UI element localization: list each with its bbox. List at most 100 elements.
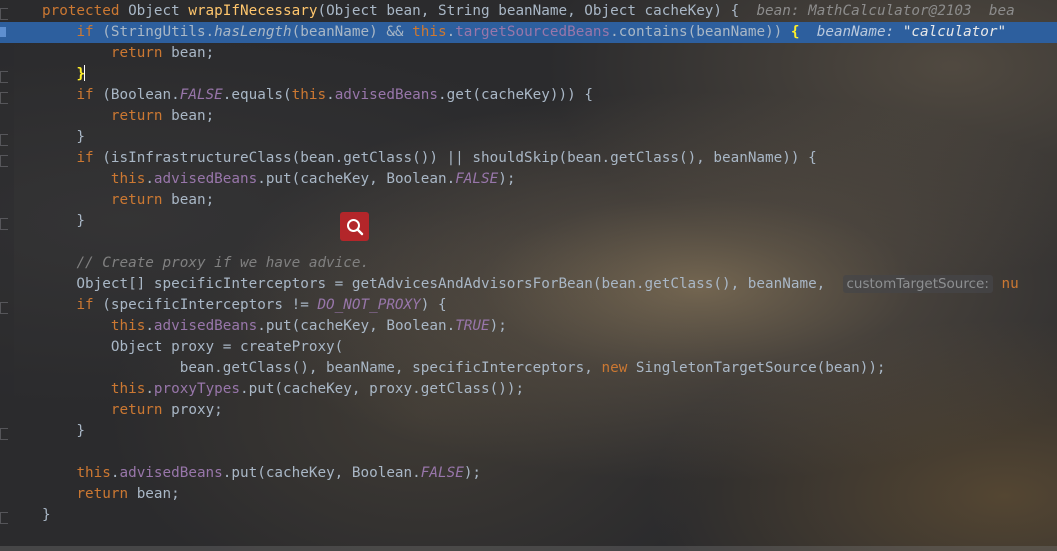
code-token: ); (489, 318, 507, 334)
code-token: return (110, 402, 172, 418)
code-line[interactable]: return bean; (0, 43, 1057, 64)
code-editor[interactable]: protected Object wrapIfNecessary(Object … (0, 1, 1057, 526)
code-line[interactable]: this.proxyTypes.put(cacheKey, proxy.getC… (0, 379, 1057, 400)
code-token: if (76, 150, 103, 166)
code-token: .contains(beanName)) (610, 24, 791, 40)
code-token: return (110, 108, 172, 124)
code-token: .put(cacheKey, Boolean. (257, 171, 456, 187)
code-token: this (412, 24, 447, 40)
code-line[interactable] (0, 442, 1057, 463)
code-token: ) { (420, 297, 447, 313)
code-token: targetSourcedBeans (455, 24, 611, 40)
execution-point-icon (0, 27, 6, 37)
code-token: .put(cacheKey, proxy.getClass()); (240, 381, 525, 397)
code-line[interactable]: return bean; (0, 106, 1057, 127)
code-token: . (326, 87, 335, 103)
search-icon[interactable] (340, 212, 369, 241)
code-token: return (110, 192, 172, 208)
code-line[interactable]: // Create proxy if we have advice. (0, 253, 1057, 274)
code-token: this (110, 318, 146, 334)
code-line[interactable]: if (isInfrastructureClass(bean.getClass(… (0, 148, 1057, 169)
horizontal-scrollbar[interactable] (0, 546, 1057, 551)
code-token: . (145, 318, 154, 334)
code-token: this (110, 381, 146, 397)
code-token: (Boolean. (102, 87, 180, 103)
code-token: if (76, 24, 103, 40)
code-token: advisedBeans (119, 465, 223, 481)
code-line[interactable]: this.advisedBeans.put(cacheKey, Boolean.… (0, 169, 1057, 190)
code-token: DO_NOT_PROXY (317, 297, 421, 313)
code-token: . (145, 381, 154, 397)
inline-debug-value: beanName: (816, 24, 903, 40)
code-token: SingletonTargetSource(bean)); (635, 360, 886, 376)
code-token: nu (992, 276, 1019, 292)
code-token: wrapIfNecessary (188, 3, 318, 19)
code-token: } (42, 129, 86, 145)
code-token: proxy; (171, 402, 223, 418)
code-line[interactable]: this.advisedBeans.put(cacheKey, Boolean.… (0, 316, 1057, 337)
code-token: bean; (171, 108, 215, 124)
code-token: { (790, 24, 800, 40)
code-token: advisedBeans (153, 171, 258, 187)
inline-debug-value: "calculator" (902, 24, 1007, 40)
code-line[interactable]: this.advisedBeans.put(cacheKey, Boolean.… (0, 463, 1057, 484)
text-caret (84, 65, 86, 81)
code-token: } (42, 423, 86, 439)
code-line[interactable]: return proxy; (0, 400, 1057, 421)
parameter-name-hint: customTargetSource: (842, 275, 993, 293)
code-token: TRUE (455, 318, 490, 334)
code-token: FALSE (455, 171, 499, 187)
code-token: bean; (171, 45, 215, 61)
code-token: this (110, 171, 146, 187)
code-line[interactable]: if (Boolean.FALSE.equals(this.advisedBea… (0, 85, 1057, 106)
code-token: .put(cacheKey, Boolean. (257, 318, 456, 334)
code-token: new (601, 360, 636, 376)
code-line[interactable]: } (0, 127, 1057, 148)
code-line[interactable]: return bean; (0, 190, 1057, 211)
code-token: . (446, 24, 456, 40)
code-token: } (42, 213, 86, 229)
code-token: ); (498, 171, 516, 187)
code-line[interactable]: } (0, 505, 1057, 526)
code-token: ); (463, 465, 482, 481)
code-line[interactable]: } (0, 64, 1057, 85)
code-token: (specificInterceptors != (102, 297, 318, 313)
code-token: FALSE (179, 87, 223, 103)
code-token: (StringUtils. (102, 24, 215, 40)
code-token: . (145, 171, 154, 187)
code-line[interactable]: Object proxy = createProxy( (0, 337, 1057, 358)
code-token: proxyTypes (153, 381, 240, 397)
code-token: FALSE (420, 465, 464, 481)
code-token: hasLength (214, 24, 292, 40)
code-token: (beanName) && (291, 24, 413, 40)
code-line[interactable]: protected Object wrapIfNecessary(Object … (0, 1, 1057, 22)
code-line[interactable]: } (0, 421, 1057, 442)
code-token: .put(cacheKey, Boolean. (222, 465, 421, 481)
parameter-name-hint-label: customTargetSource: (846, 276, 989, 292)
code-line[interactable]: bean.getClass(), beanName, specificInter… (0, 358, 1057, 379)
code-line[interactable]: } (0, 211, 1057, 232)
code-token: (Object bean, String beanName, Object ca… (317, 3, 757, 19)
code-token: return (110, 45, 172, 61)
code-line[interactable] (0, 232, 1057, 253)
code-token: advisedBeans (153, 318, 258, 334)
code-line[interactable]: return bean; (0, 484, 1057, 505)
code-line[interactable]: Object[] specificInterceptors = getAdvic… (0, 274, 1057, 295)
code-line[interactable]: if (specificInterceptors != DO_NOT_PROXY… (0, 295, 1057, 316)
current-execution-line[interactable]: if (StringUtils.hasLength(beanName) && t… (0, 22, 1057, 43)
code-token: } (42, 507, 51, 523)
